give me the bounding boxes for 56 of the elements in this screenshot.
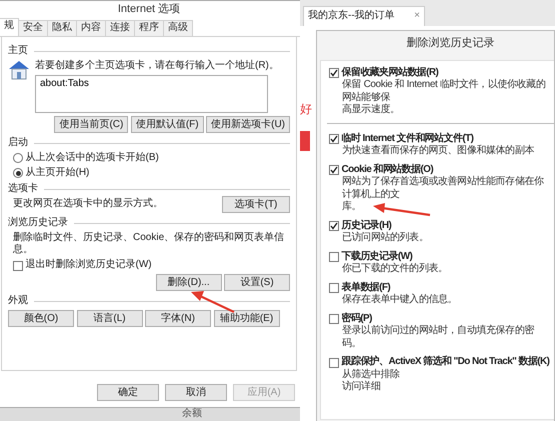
description-text: 你已下载的文件的列表。 [342,263,448,276]
dialog-button[interactable]: 设置(S) [224,274,290,292]
radio-label: 从主页开始(H) [26,166,90,180]
checkbox-label: 表单数据(F) [342,282,390,294]
dialog-button[interactable]: 字体(N) [145,310,211,328]
dialog-tab[interactable]: 程序 [134,20,164,36]
section-heading: 选项卡 [8,183,38,196]
description-text: 已访问网站的列表。 [342,232,428,245]
dialog-button[interactable]: 确定 [97,384,159,402]
description-text: 保存在表单中键入的信息。 [342,294,458,307]
window-title: 删除浏览历史记录 [406,36,496,51]
description-text: 保留 Cookie 和 Internet 临时文件，以使你收藏的网站能够保 [342,79,546,104]
description-text: 更改网页在选项卡中的显示方式。 [13,198,163,210]
close-button[interactable]: × [414,10,420,23]
checkbox-label: Cookie 和网站数据(O) [342,164,434,176]
description-text: 为快速查看而保存的网页、图像和媒体的副本 [342,145,534,158]
checkbox-label: 下载历史记录(W) [342,250,412,262]
description-text: 删除临时文件、历史记录、Cookie、保存的密码和网页表单信息。 [13,232,286,257]
page-text: 好 [300,102,313,117]
dialog-button[interactable]: 颜色(O) [8,310,74,328]
section-heading: 浏览历史记录 [8,216,68,230]
description-text: 库。 [342,201,362,214]
section-heading: 启动 [8,136,28,150]
window-title: Internet 选项 [116,2,182,17]
description-text: 从筛选中排除 [342,368,400,380]
dialog-button[interactable]: 语言(L) [76,310,142,328]
dialog-button[interactable]: 使用默认值(F) [130,116,204,133]
dialog-tab[interactable]: 隐私 [47,20,77,36]
dialog-button[interactable]: 选项卡(T) [222,196,290,213]
dialog-button[interactable]: 删除(D)... [156,274,222,292]
description-text: 高显示速度。 [342,104,400,117]
dialog-tab[interactable]: 安全 [18,20,48,36]
dialog-button[interactable]: 使用新选项卡(U) [206,116,290,133]
dialog-tab[interactable]: 高级 [163,20,193,36]
dialog-button[interactable]: 辅助功能(E) [214,310,280,328]
status-text: 余额 [182,408,202,420]
dialog-button[interactable]: 取消 [165,384,227,402]
section-heading: 主页 [8,45,28,58]
checkbox-label: 临时 Internet 文件和网站文件(T) [342,132,474,144]
dialog-tab[interactable]: 内容 [76,20,106,36]
radio-label: 从上次会话中的选项卡开始(B) [26,152,159,164]
description-text: 网站为了保存首选项或改善网站性能而存储在你计算机上的文 [342,176,545,200]
checkbox-label: 保留收藏夹网站数据(R) [342,66,438,78]
dialog-button[interactable]: 使用当前页(C) [54,116,128,133]
hint-text: 若要创建多个主页选项卡，请在每行输入一个地址(R)。 [35,60,279,73]
description-text: 登录以前访问过的网站时，自动填充保存的密码。 [342,325,536,350]
checkbox-label: 历史记录(H) [342,220,392,232]
tab-title: 我的京东--我的订单 [308,10,395,23]
description-text: 访问详细 [342,381,380,394]
checkbox-label: 跟踪保护、ActiveX 筛选和 "Do Not Track" 数据(K) [342,356,550,368]
address-field[interactable]: about:Tabs [35,75,268,114]
checkbox-label: 密码(P) [342,312,372,324]
section-heading: 外观 [8,295,28,308]
dialog-tab[interactable]: 连接 [105,20,135,36]
checkbox-label: 退出时删除浏览历史记录(W) [26,259,152,272]
browser-tab[interactable]: 我的京东--我的订单 × [303,6,425,26]
